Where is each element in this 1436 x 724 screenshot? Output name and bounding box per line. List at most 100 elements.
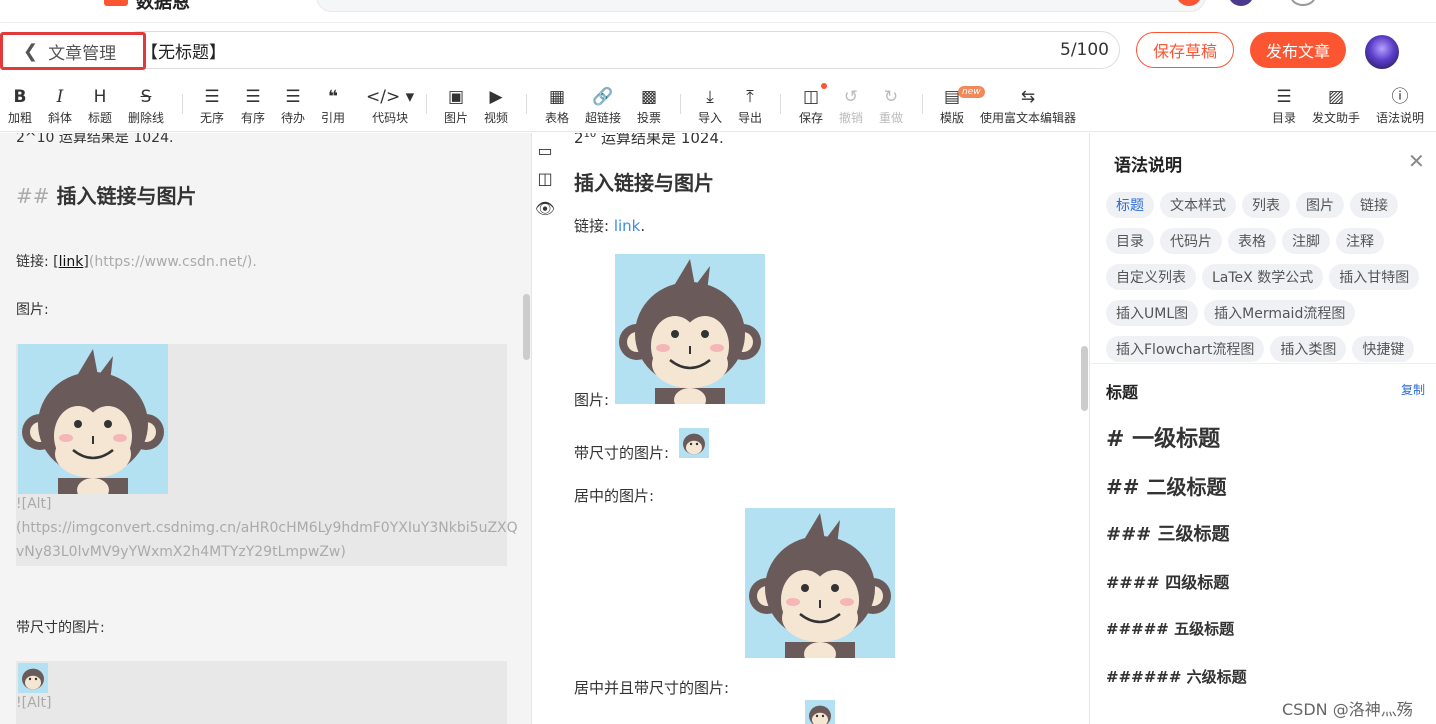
layout-single-icon[interactable]: ▭ (536, 141, 554, 160)
back-to-article-management-button[interactable]: ❮ 文章管理 (0, 32, 146, 70)
chip-flowchart[interactable]: 插入Flowchart流程图 (1106, 336, 1265, 362)
chip-shortcuts[interactable]: 快捷键 (1352, 336, 1415, 362)
chip-code[interactable]: 代码片 (1160, 228, 1222, 254)
chip-headings[interactable]: 标题 (1106, 192, 1154, 218)
back-label: 文章管理 (48, 43, 117, 64)
source-alt-line: ![Alt] (16, 695, 52, 711)
title-char-count: 5/100 (1060, 40, 1109, 60)
syntax-help-button[interactable]: ⓘ 语法说明 (1376, 86, 1424, 126)
toolbar-label: 重做 (879, 111, 904, 125)
help-divider (1090, 363, 1436, 364)
editor-toolbar: B 加粗 I 斜体 H 标题 S 删除线 ☰ 无序 ☰ 有序 ☰ 待办 ❝ 引用 </> ▾ 代码… (0, 80, 1436, 132)
vote-button[interactable]: ▩ 投票 (637, 86, 661, 126)
video-button[interactable]: ▶ 视频 (484, 86, 508, 126)
redo-button[interactable]: ↻ 重做 (879, 86, 903, 126)
article-title-input[interactable]: 【无标题】 5/100 (120, 31, 1120, 69)
ordered-list-button[interactable]: ☰ 有序 (241, 86, 265, 126)
help-heading-3: ### 三级标题 (1106, 524, 1230, 545)
table-button[interactable]: ▦ 表格 (545, 86, 569, 126)
preview-sized-image-label: 带尺寸的图片: (574, 444, 670, 462)
save-icon: ◫ (802, 87, 820, 107)
chip-footnote[interactable]: 注脚 (1282, 228, 1330, 254)
toolbar-divider (426, 94, 427, 114)
switch-editor-icon: ⇆ (1020, 87, 1036, 107)
chip-latex[interactable]: LaTeX 数学公式 (1202, 264, 1324, 290)
help-chip-list: 标题 文本样式 列表 图片 链接目录 代码片 表格 注脚 注释自定义列表 LaTeX 数学公式 插入… (1106, 192, 1426, 372)
chip-mermaid[interactable]: 插入Mermaid流程图 (1204, 300, 1356, 326)
italic-button[interactable]: I 斜体 (48, 86, 72, 126)
monkey-avatar-image (745, 508, 895, 658)
article-title-text[interactable]: 【无标题】 (141, 38, 226, 63)
top-avatar[interactable] (1228, 0, 1254, 6)
user-avatar[interactable] (1365, 35, 1399, 69)
toolbar-label: 表格 (545, 111, 570, 125)
preview-centered-image-label: 居中的图片: (574, 487, 655, 505)
preview-image (615, 254, 765, 404)
publish-article-button[interactable]: 发布文章 (1250, 32, 1346, 68)
layout-split-icon[interactable]: ◫ (536, 169, 554, 188)
video-icon: ▶ (489, 87, 503, 107)
save-button[interactable]: ◫ 保存 (799, 86, 823, 126)
menu-icon[interactable] (1290, 0, 1316, 6)
csdn-logo-icon[interactable] (104, 0, 128, 6)
import-icon: ⤓ (706, 87, 714, 107)
source-link-url: (https://www.csdn.net/). (88, 254, 257, 270)
code-block-button[interactable]: </> ▾ 代码块 (366, 86, 414, 126)
new-badge: new (958, 86, 985, 98)
chip-text-style[interactable]: 文本样式 (1160, 192, 1236, 218)
preview-scrollbar[interactable] (1081, 346, 1088, 411)
import-button[interactable]: ⤓ 导入 (698, 86, 722, 126)
monkey-image (18, 344, 168, 494)
image-icon: ▣ (447, 87, 465, 107)
preview-eye-icon[interactable]: 👁 (535, 199, 555, 218)
monkey-avatar-image (679, 428, 709, 458)
preview-centered-sized-label: 居中并且带尺寸的图片: (574, 679, 730, 697)
chip-image[interactable]: 图片 (1296, 192, 1344, 218)
unordered-list-button[interactable]: ☰ 无序 (200, 86, 224, 126)
image-button[interactable]: ▣ 图片 (444, 86, 468, 126)
chip-gantt[interactable]: 插入甘特图 (1329, 264, 1420, 290)
bold-button[interactable]: B 加粗 (8, 86, 32, 126)
source-link-word: link (58, 254, 84, 270)
use-rich-text-editor-button[interactable]: ⇆ 使用富文本编辑器 (980, 86, 1076, 126)
unordered-list-icon: ☰ (204, 87, 220, 107)
todo-list-button[interactable]: ☰ 待办 (281, 86, 305, 126)
redo-icon: ↻ (883, 87, 899, 107)
toolbar-label: 投票 (637, 111, 662, 125)
chip-link[interactable]: 链接 (1350, 192, 1398, 218)
assistant-icon: ▨ (1327, 87, 1345, 107)
writing-assistant-button[interactable]: ▨ 发文助手 (1312, 86, 1360, 126)
toolbar-label: 导入 (698, 111, 723, 125)
chip-uml[interactable]: 插入UML图 (1106, 300, 1199, 326)
code-icon: </> ▾ (366, 87, 415, 107)
italic-icon: I (56, 87, 64, 107)
syntax-help-panel: 语法说明 ✕ 标题 文本样式 列表 图片 链接目录 代码片 表格 注脚 注释自定义列表 LaTeX… (1089, 133, 1436, 724)
toolbar-divider (680, 94, 681, 114)
hyperlink-button[interactable]: 🔗 超链接 (585, 86, 621, 126)
strikethrough-button[interactable]: S 删除线 (128, 86, 164, 126)
preview-centered-sized-image (805, 700, 835, 724)
toolbar-label: 删除线 (128, 111, 165, 125)
chip-class-diagram[interactable]: 插入类图 (1270, 336, 1347, 362)
close-icon[interactable]: ✕ (1408, 149, 1425, 173)
chip-comment[interactable]: 注释 (1336, 228, 1384, 254)
toc-button[interactable]: ☰ 目录 (1272, 86, 1296, 126)
undo-button[interactable]: ↺ 撤销 (839, 86, 863, 126)
help-heading-5: ##### 五级标题 (1106, 620, 1235, 638)
markdown-editor-page: 数据恩 【无标题】 5/100 ❮ 文章管理 保存草稿 发布文章 B 加粗 I 斜体… (0, 0, 1436, 724)
chip-toc[interactable]: 目录 (1106, 228, 1154, 254)
heading-button[interactable]: H 标题 (88, 86, 112, 126)
chip-custom-list[interactable]: 自定义列表 (1106, 264, 1196, 290)
save-draft-button[interactable]: 保存草稿 (1136, 32, 1234, 68)
copy-button[interactable]: 复制 (1401, 381, 1425, 398)
preview-link[interactable]: link (614, 217, 641, 235)
preview-pow-base: 2 (574, 133, 584, 147)
chip-table[interactable]: 表格 (1228, 228, 1276, 254)
export-button[interactable]: ⤒ 导出 (738, 86, 762, 126)
source-link-prefix: 链接: [ (16, 254, 59, 270)
site-search-input[interactable] (316, 0, 1206, 12)
editor-scrollbar[interactable] (523, 294, 530, 360)
chip-list[interactable]: 列表 (1242, 192, 1290, 218)
quote-button[interactable]: ❝ 引用 (321, 86, 345, 126)
markdown-source-pane[interactable]: 2^10 运算结果是 1024. ## 插入链接与图片 链接: [link](h… (0, 133, 531, 724)
